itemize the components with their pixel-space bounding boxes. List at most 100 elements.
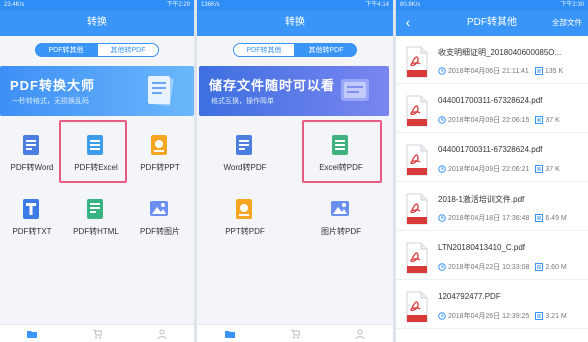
folder-icon[interactable] [224, 329, 235, 339]
pdf-file-icon [406, 242, 428, 274]
file-size-icon [535, 165, 544, 173]
pdf-to-txt-label: PDF转TXT [12, 227, 52, 236]
status-time: 下午2:29 [166, 2, 190, 8]
file-size: 135 K [544, 67, 564, 75]
promo-banner[interactable]: 储存文件随时可以看 格式互换，操作简单 [199, 66, 389, 116]
status-bar: 80.8K/s 下午2:30 [396, 0, 588, 10]
clock-icon [438, 312, 446, 320]
clock-icon [438, 116, 446, 124]
highlight-box [59, 120, 127, 183]
banner-title: PDF转换大师 [10, 78, 96, 93]
file-name: 2018-1激活培训文件.pdf [438, 195, 525, 204]
page-title-bar: ‹ PDF转其他 全部文件 [396, 10, 588, 36]
pdf-to-ppt-button[interactable]: PDF转PPT [128, 124, 192, 184]
image-icon [150, 201, 168, 216]
pdf-to-txt-button[interactable]: PDF转TXT [0, 188, 64, 248]
status-bar: 23.4K/s 下午2:29 [0, 0, 194, 10]
cart-icon[interactable] [290, 329, 300, 339]
pdf-file-list-screen: 80.8K/s 下午2:30 ‹ PDF转其他 全部文件 收支明细证明_2018… [396, 0, 588, 342]
word-icon [23, 135, 39, 155]
ppt-icon [236, 199, 252, 219]
document-illustration-icon [148, 75, 174, 107]
pdf-to-other-screen: 23.4K/s 下午2:29 转换 PDF转其他 其他转PDF PDF转换大师 … [0, 0, 194, 342]
bottom-nav [0, 324, 194, 342]
status-speed: 23.4K/s [4, 2, 25, 8]
folder-icon[interactable] [27, 329, 38, 339]
tab-other-to-pdf[interactable]: 其他转PDF [295, 43, 357, 57]
html-icon [87, 199, 103, 219]
file-date: 2018年04月09日 22:06:21 [448, 166, 530, 173]
word-to-pdf-label: Word转PDF [223, 163, 267, 172]
tab-other-to-pdf[interactable]: 其他转PDF [97, 43, 159, 57]
file-size-icon [535, 214, 544, 222]
pdf-to-word-button[interactable]: PDF转Word [0, 124, 64, 184]
mode-tabs: PDF转其他 其他转PDF [197, 43, 393, 57]
other-to-pdf-screen: 136K/s 下午4:14 转换 PDF转其他 其他转PDF 储存文件随时可以看… [197, 0, 393, 342]
file-size-icon [535, 263, 544, 271]
file-list-item[interactable]: 044001700311-67328624.pdf 2018年04月09日 22:… [396, 87, 588, 133]
image-to-pdf-button[interactable]: 图片转PDF [309, 188, 373, 248]
banner-subtitle: 一秒转格式，无损换乱码 [12, 98, 89, 105]
file-meta: 2018年04月26日 12:39:25 3.21 M [438, 311, 567, 321]
pdf-to-html-label: PDF转HTML [73, 227, 119, 236]
word-to-pdf-button[interactable]: Word转PDF [213, 124, 277, 184]
page-title: PDF转其他 [467, 17, 517, 28]
page-title: 转换 [0, 10, 194, 36]
ppt-icon [151, 135, 167, 155]
back-arrow-icon[interactable]: ‹ [402, 10, 414, 36]
word-icon [236, 135, 252, 155]
file-list-item[interactable]: 044001700311-67328624.pdf 2018年04月09日 22:… [396, 136, 588, 182]
image-to-pdf-label: 图片转PDF [321, 227, 361, 236]
file-list-item[interactable]: 1204792477.PDF 2018年04月26日 12:39:25 3.21 M [396, 283, 588, 329]
file-date: 2018年04月06日 21:11:41 [448, 68, 529, 75]
file-name: 收支明细证明_2018040600085O... [438, 48, 562, 57]
promo-banner[interactable]: PDF转换大师 一秒转格式，无损换乱码 [0, 66, 194, 116]
page-title: 转换 [197, 10, 393, 36]
status-speed: 80.8K/s [400, 2, 421, 8]
file-list-item[interactable]: 收支明细证明_2018040600085O... 2018年04月06日 21:1… [396, 38, 588, 84]
pdf-to-html-button[interactable]: PDF转HTML [64, 188, 128, 248]
file-name: 044001700311-67328624.pdf [438, 145, 543, 154]
tab-pdf-to-other[interactable]: PDF转其他 [35, 43, 97, 57]
pdf-to-image-button[interactable]: PDF转图片 [128, 188, 192, 248]
status-speed: 136K/s [201, 2, 220, 8]
file-date: 2018年04月22日 10:33:08 [448, 264, 530, 271]
file-name: 1204792477.PDF [438, 292, 501, 301]
clock-icon [438, 67, 446, 75]
file-size: 6.49 M [545, 214, 567, 222]
clock-icon [438, 263, 446, 271]
storage-illustration-icon [341, 79, 369, 101]
banner-subtitle: 格式互换，操作简单 [211, 98, 274, 105]
ppt-to-pdf-label: PPT转PDF [225, 227, 265, 236]
mode-tabs: PDF转其他 其他转PDF [0, 43, 194, 57]
pdf-to-word-label: PDF转Word [10, 163, 54, 172]
cart-icon[interactable] [92, 329, 102, 339]
file-size: 37 K [545, 116, 560, 124]
file-size: 37 K [545, 165, 560, 173]
file-meta: 2018年04月09日 22:06:21 37 K [438, 164, 560, 174]
file-size-icon [535, 312, 544, 320]
ppt-to-pdf-button[interactable]: PPT转PDF [213, 188, 277, 248]
pdf-to-image-label: PDF转图片 [140, 227, 180, 236]
file-size-icon [535, 116, 544, 124]
clock-icon [438, 214, 446, 222]
txt-icon [23, 199, 39, 219]
all-files-link[interactable]: 全部文件 [552, 10, 582, 36]
file-meta: 2018年04月22日 10:33:08 2.60 M [438, 262, 567, 272]
file-size: 3.21 M [545, 312, 567, 320]
status-bar: 136K/s 下午4:14 [197, 0, 393, 10]
file-name: 044001700311-67328624.pdf [438, 96, 543, 105]
profile-icon[interactable] [355, 329, 365, 339]
profile-icon[interactable] [157, 329, 167, 339]
image-icon [331, 201, 349, 216]
tab-pdf-to-other[interactable]: PDF转其他 [233, 43, 295, 57]
bottom-nav [197, 324, 393, 342]
file-list-item[interactable]: LTN20180413410_C.pdf 2018年04月22日 10:33:08… [396, 234, 588, 280]
file-list-item[interactable]: 2018-1激活培训文件.pdf 2018年04月18日 17:36:48 6.49… [396, 185, 588, 231]
file-date: 2018年04月09日 22:06:15 [448, 117, 530, 124]
pdf-to-ppt-label: PDF转PPT [140, 163, 180, 172]
file-meta: 2018年04月18日 17:36:48 6.49 M [438, 213, 567, 223]
clock-icon [438, 165, 446, 173]
file-date: 2018年04月18日 17:36:48 [448, 215, 530, 222]
file-size-icon [534, 67, 543, 75]
